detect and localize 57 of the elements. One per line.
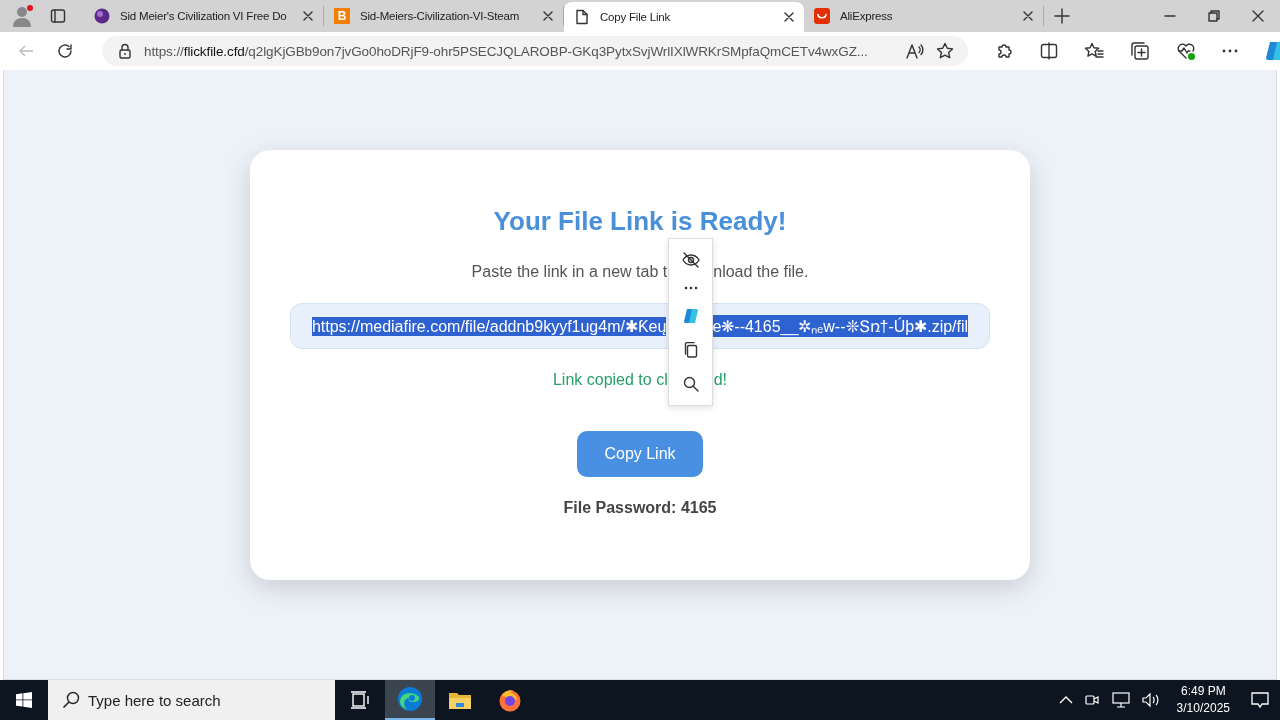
tab-title: Sid-Meiers-Civilization-VI-Steam	[360, 10, 521, 22]
status-message: d!	[713, 371, 728, 389]
site-icon: B	[334, 8, 350, 24]
copilot-icon[interactable]	[682, 308, 699, 324]
read-aloud-icon[interactable]	[906, 43, 924, 59]
tab-actions-icon[interactable]	[50, 8, 66, 24]
tab-title: Sid Meier's Civilization VI Free Do	[120, 10, 288, 22]
more-icon[interactable]	[1222, 49, 1238, 53]
network-icon[interactable]	[1110, 691, 1131, 709]
instruction-text: Paste the link in a new tab t	[471, 263, 668, 281]
favorites-icon[interactable]	[1084, 42, 1104, 60]
tab-title: Copy File Link	[600, 11, 672, 23]
close-icon[interactable]	[543, 11, 553, 21]
lock-icon	[118, 43, 132, 59]
close-icon[interactable]	[303, 11, 313, 21]
browser-tab[interactable]: AliExpress	[804, 6, 1044, 26]
tab-title: AliExpress	[840, 10, 894, 22]
status-message: Link copied to cl	[552, 371, 668, 389]
copy-icon[interactable]	[683, 342, 698, 358]
close-icon[interactable]	[1023, 11, 1033, 21]
address-bar[interactable]: https://flickfile.cfd/q2lgKjGBb9on7jvGo0hoDRjF9-ohr5PSECJQLAROBP-GKq3PytxSvjWrlIXlWRKrSMpfaQmCETv4wxGZ...	[102, 36, 968, 66]
chevron-up-icon[interactable]	[1058, 695, 1073, 705]
clock-date: 3/10/2025	[1176, 700, 1230, 717]
restore-icon[interactable]	[1208, 10, 1220, 22]
search-icon	[62, 691, 80, 709]
page-icon	[574, 9, 590, 25]
close-icon[interactable]	[784, 12, 794, 22]
clock-time: 6:49 PM	[1180, 683, 1226, 700]
profile-icon[interactable]	[10, 3, 36, 29]
taskbar-search-field[interactable]: Type here to search	[48, 680, 335, 720]
browser-tab[interactable]: B Sid-Meiers-Civilization-VI-Steam	[324, 6, 564, 26]
windows-icon[interactable]	[16, 692, 32, 708]
search-icon[interactable]	[682, 376, 699, 392]
health-icon[interactable]	[1176, 41, 1196, 61]
reload-icon[interactable]	[56, 42, 74, 60]
bag-icon	[814, 8, 830, 24]
star-icon[interactable]	[936, 42, 954, 60]
firefox-icon[interactable]	[498, 688, 522, 712]
collections-icon[interactable]	[1130, 41, 1150, 61]
notifications-icon[interactable]	[1250, 690, 1270, 710]
browser-tab[interactable]: Sid Meier's Civilization VI Free Do	[84, 6, 324, 26]
orb-icon	[94, 8, 110, 24]
close-icon[interactable]	[1252, 10, 1264, 22]
folder-icon[interactable]	[448, 690, 472, 710]
browser-tab[interactable]: Copy File Link	[564, 2, 804, 32]
new-tab-icon[interactable]	[1054, 8, 1070, 24]
hide-icon[interactable]	[681, 252, 700, 268]
password-text: File Password: 4165	[563, 499, 717, 517]
volume-icon[interactable]	[1140, 691, 1161, 709]
page-title: Your File Link is Ready!	[493, 206, 787, 237]
instruction-text: nload the file.	[713, 263, 809, 281]
split-screen-icon[interactable]	[1040, 42, 1058, 60]
link-field[interactable]: https://mediafire.com/file/addnb9kyyf1ug4m/✱Ƙeų e❋--4165__✲ₙₑw--❊Տռ†-Úþ✱.zip/fil	[290, 303, 990, 349]
more-icon[interactable]	[683, 286, 698, 290]
task-view-icon[interactable]	[350, 691, 370, 709]
edge-icon[interactable]	[397, 686, 423, 712]
puzzle-icon[interactable]	[996, 42, 1014, 60]
